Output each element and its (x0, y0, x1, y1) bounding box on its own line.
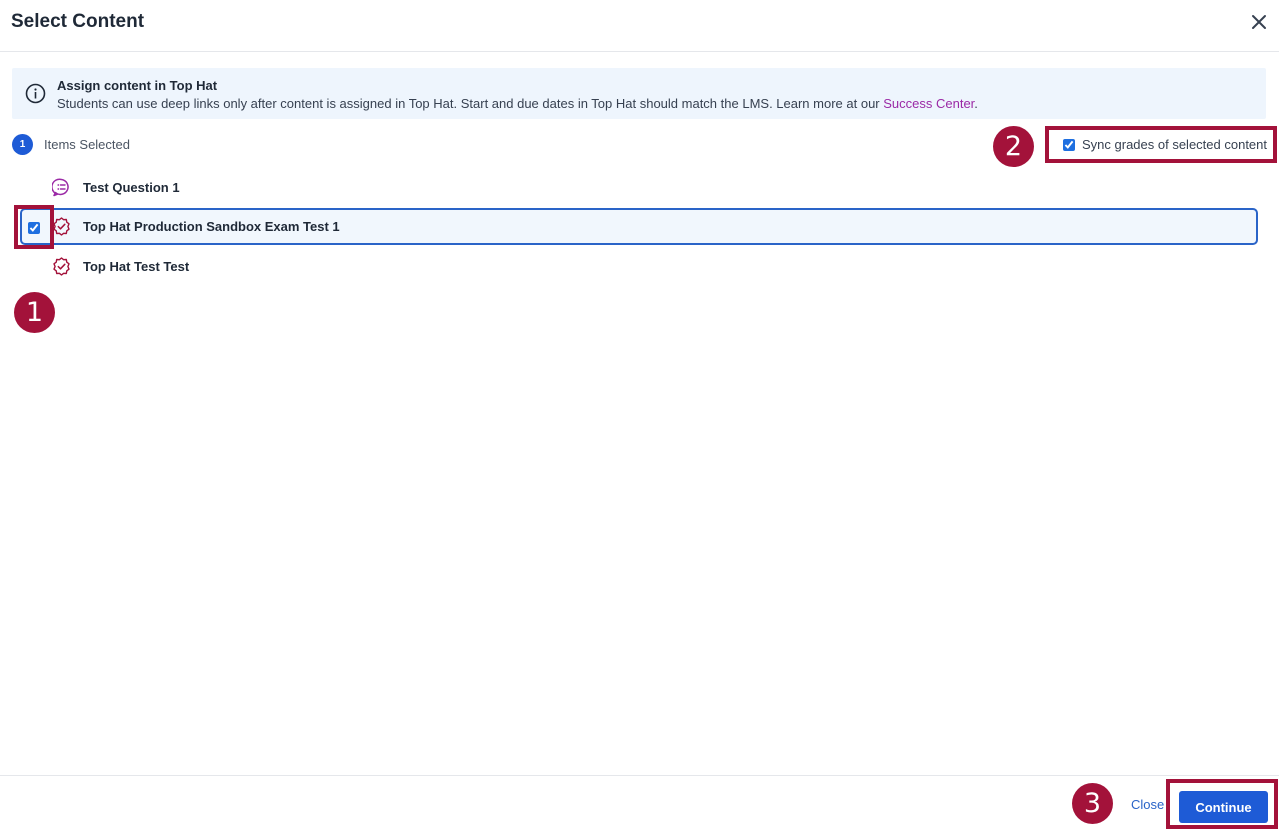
banner-text-end: . (974, 96, 978, 111)
dialog-footer: 3 Close Continue (0, 775, 1279, 829)
annotation-step-3: 3 (1072, 783, 1113, 824)
exam-badge-icon (53, 257, 70, 276)
close-button[interactable]: Close (1131, 797, 1164, 812)
info-icon (25, 83, 46, 104)
banner-body: Students can use deep links only after c… (57, 96, 884, 111)
annotation-step-2: 2 (993, 126, 1034, 167)
close-icon[interactable] (1249, 12, 1269, 32)
continue-button[interactable]: Continue (1179, 791, 1268, 823)
sync-grades-label[interactable]: Sync grades of selected content (1082, 137, 1267, 152)
content-item[interactable]: Test Question 1 (20, 169, 1258, 206)
exam-badge-icon (53, 217, 70, 236)
info-banner: Assign content in Top Hat Students can u… (12, 68, 1266, 119)
row-checkbox-highlight (14, 205, 54, 249)
sync-grades-checkbox[interactable] (1063, 139, 1075, 151)
banner-text: Students can use deep links only after c… (57, 96, 978, 111)
continue-highlight: Continue (1166, 779, 1278, 829)
items-selected-label: Items Selected (44, 137, 130, 152)
item-label: Top Hat Production Sandbox Exam Test 1 (83, 219, 340, 234)
banner-title: Assign content in Top Hat (57, 78, 218, 93)
success-center-link[interactable]: Success Center (883, 96, 974, 111)
content-item[interactable]: Top Hat Test Test (20, 248, 1258, 285)
annotation-step-1: 1 (14, 292, 55, 333)
item-label: Top Hat Test Test (83, 259, 190, 274)
row-checkbox[interactable] (28, 222, 40, 234)
content-item-selected[interactable]: Top Hat Production Sandbox Exam Test 1 (20, 208, 1258, 245)
dialog-title: Select Content (11, 11, 145, 32)
dialog-header: Select Content (0, 0, 1279, 52)
selected-count-badge: 1 (12, 134, 33, 155)
sync-grades-highlight: Sync grades of selected content (1045, 126, 1277, 163)
question-icon (52, 178, 69, 197)
item-label: Test Question 1 (83, 180, 180, 195)
